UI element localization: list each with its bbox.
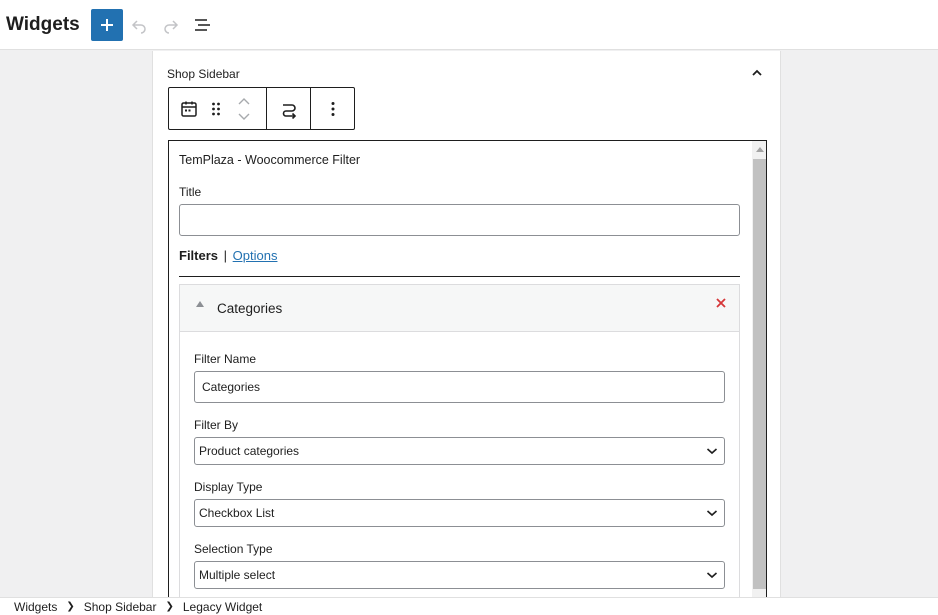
chevron-down-icon (706, 448, 718, 455)
widget-area-canvas: Shop Sidebar TemPlaza - Woocommerce Filt… (152, 51, 781, 597)
chevron-down-icon (706, 572, 718, 579)
widget-area-title: Shop Sidebar (167, 67, 240, 81)
filter-panel-header[interactable]: Categories (180, 285, 739, 332)
add-block-button[interactable] (91, 8, 123, 41)
more-options-button[interactable] (311, 88, 354, 129)
breadcrumb-item-widgets[interactable]: Widgets (14, 600, 57, 614)
transform-button[interactable] (267, 88, 311, 129)
chevron-down-icon (706, 510, 718, 517)
widget-form: TemPlaza - Woocommerce Filter Title Filt… (169, 141, 752, 597)
filter-panel: Categories Filter Name Categories Filter… (179, 284, 740, 597)
display-type-label: Display Type (194, 480, 263, 494)
undo-button[interactable] (123, 9, 155, 41)
chevron-right-icon: ❯ (165, 601, 174, 612)
selection-type-select[interactable]: Multiple select (194, 561, 725, 589)
transform-icon (282, 103, 296, 119)
calendar-icon (181, 101, 197, 117)
legacy-widget-block[interactable]: TemPlaza - Woocommerce Filter Title Filt… (168, 140, 767, 597)
plus-icon (101, 18, 113, 31)
drag-handle-icon (211, 102, 220, 115)
chevron-up-icon[interactable] (749, 65, 765, 81)
drag-handle[interactable] (209, 88, 223, 129)
block-toolbar-group-parent (169, 88, 267, 129)
block-toolbar (168, 87, 355, 130)
widget-tabs: Filters | Options (179, 248, 277, 263)
display-type-select[interactable]: Checkbox List (194, 499, 725, 527)
block-type-button[interactable] (169, 88, 209, 129)
title-label: Title (179, 185, 202, 199)
chevron-right-icon: ❯ (66, 601, 75, 612)
selection-type-value: Multiple select (199, 568, 276, 582)
list-view-button[interactable] (187, 9, 219, 41)
display-type-value: Checkbox List (199, 506, 275, 520)
tab-options[interactable]: Options (233, 248, 278, 263)
scrollbar-thumb[interactable] (753, 159, 766, 589)
list-view-icon (195, 18, 210, 31)
selection-type-label: Selection Type (194, 542, 273, 556)
widget-title: TemPlaza - Woocommerce Filter (179, 153, 361, 167)
filter-name-label: Filter Name (194, 352, 257, 366)
redo-icon (164, 19, 179, 34)
breadcrumb: Widgets ❯ Shop Sidebar ❯ Legacy Widget (0, 597, 938, 615)
undo-icon (131, 19, 146, 34)
more-options-icon (331, 101, 334, 116)
collapse-arrow-icon[interactable] (196, 301, 204, 307)
header-toolbar: Widgets (0, 0, 938, 50)
breadcrumb-item-legacy-widget[interactable]: Legacy Widget (183, 600, 262, 614)
page-title: Widgets (6, 13, 80, 35)
close-icon[interactable] (715, 297, 727, 309)
redo-button[interactable] (155, 9, 187, 41)
filter-by-value: Product categories (199, 444, 300, 458)
widget-scrollbar[interactable] (752, 141, 766, 597)
filter-name-input[interactable]: Categories (194, 371, 725, 403)
filter-by-label: Filter By (194, 418, 239, 432)
breadcrumb-item-shop-sidebar[interactable]: Shop Sidebar (84, 600, 157, 614)
mover-controls (222, 88, 266, 129)
move-down-icon[interactable] (237, 112, 251, 121)
filter-by-select[interactable]: Product categories (194, 437, 725, 465)
tab-separator: | (223, 248, 228, 263)
scroll-up-arrow-icon[interactable] (756, 147, 764, 152)
move-up-icon[interactable] (237, 97, 251, 106)
tabs-divider (179, 276, 740, 277)
tab-filters[interactable]: Filters (179, 248, 218, 263)
filter-panel-title: Categories (217, 301, 283, 316)
title-input[interactable] (179, 204, 740, 236)
